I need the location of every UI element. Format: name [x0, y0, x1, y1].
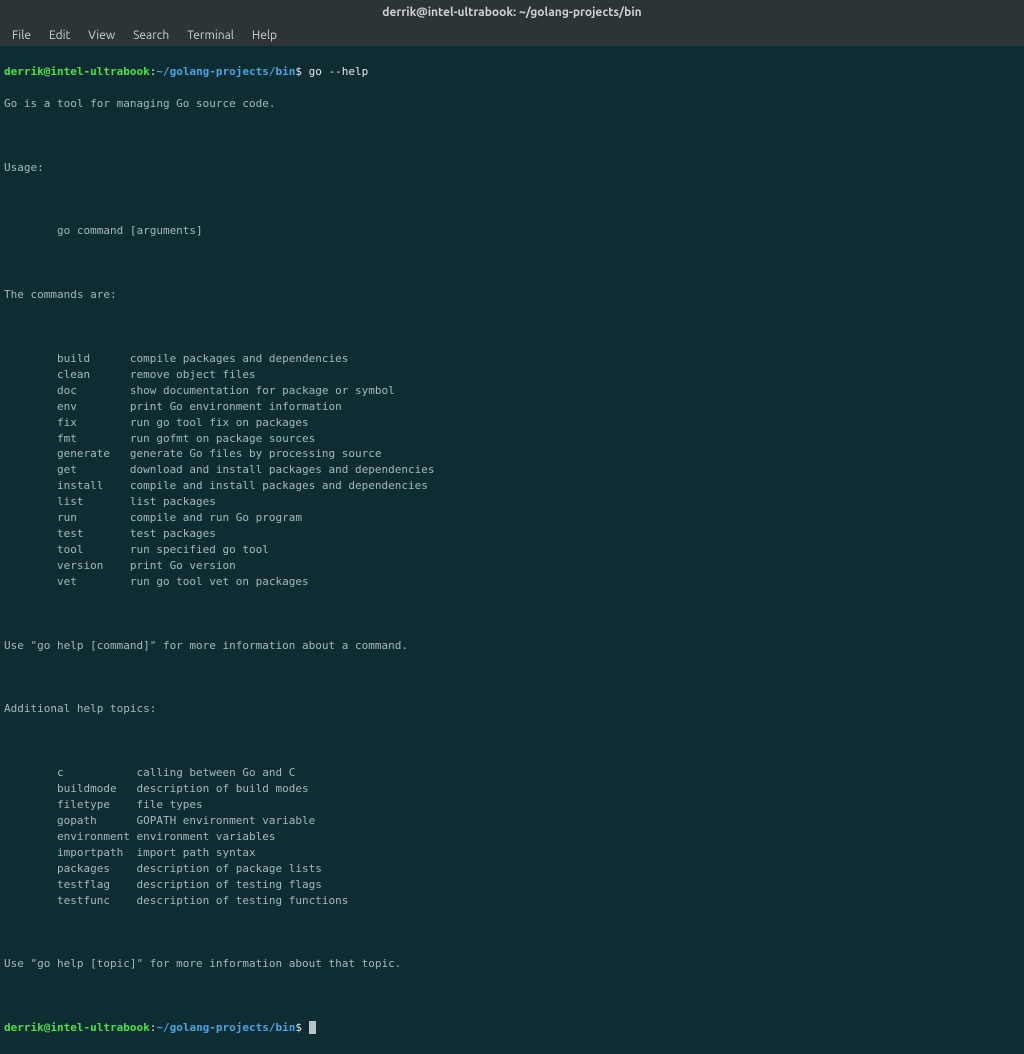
command-desc: show documentation for package or symbol: [130, 384, 395, 397]
prompt-path: ~/golang-projects/bin: [156, 65, 295, 78]
command-name: clean: [57, 367, 130, 383]
command-desc: list packages: [130, 495, 216, 508]
prompt-colon: :: [150, 1021, 157, 1034]
output-intro: Go is a tool for managing Go source code…: [4, 96, 1020, 112]
menu-search[interactable]: Search: [125, 27, 177, 44]
command-name: get: [57, 462, 130, 478]
window-titlebar: derrik@intel-ultrabook: ~/golang-project…: [0, 0, 1024, 24]
command-desc: print Go environment information: [130, 400, 342, 413]
topic-desc: environment variables: [136, 830, 275, 843]
command-desc: download and install packages and depend…: [130, 463, 435, 476]
output-topics-label: Additional help topics:: [4, 701, 1020, 717]
topic-row: testfuncdescription of testing functions: [4, 893, 1020, 909]
command-name: generate: [57, 446, 130, 462]
command-name: build: [57, 351, 130, 367]
command-row: runcompile and run Go program: [4, 510, 1020, 526]
topic-name: importpath: [57, 845, 136, 861]
output-usage-label: Usage:: [4, 160, 1020, 176]
prompt-user: derrik@intel-ultrabook: [4, 1021, 150, 1034]
command-name: doc: [57, 383, 130, 399]
command-row: getdownload and install packages and dep…: [4, 462, 1020, 478]
command-row: vetrun go tool vet on packages: [4, 574, 1020, 590]
command-row: generategenerate Go files by processing …: [4, 446, 1020, 462]
command-desc: remove object files: [130, 368, 256, 381]
command-name: env: [57, 399, 130, 415]
cursor: [309, 1021, 316, 1034]
topic-name: c: [57, 765, 136, 781]
command-desc: run go tool fix on packages: [130, 416, 309, 429]
topic-row: environmentenvironment variables: [4, 829, 1020, 845]
commands-list: buildcompile packages and dependencies c…: [4, 351, 1020, 590]
topic-name: environment: [57, 829, 136, 845]
topic-row: ccalling between Go and C: [4, 765, 1020, 781]
typed-command: go --help: [309, 65, 369, 78]
topic-desc: description of testing flags: [136, 878, 321, 891]
command-row: testtest packages: [4, 526, 1020, 542]
command-desc: compile and run Go program: [130, 511, 302, 524]
command-name: test: [57, 526, 130, 542]
menu-edit[interactable]: Edit: [41, 27, 78, 44]
topic-name: gopath: [57, 813, 136, 829]
command-row: cleanremove object files: [4, 367, 1020, 383]
topic-desc: description of build modes: [136, 782, 308, 795]
output-commands-label: The commands are:: [4, 287, 1020, 303]
topic-desc: calling between Go and C: [136, 766, 295, 779]
command-row: buildcompile packages and dependencies: [4, 351, 1020, 367]
command-desc: run gofmt on package sources: [130, 432, 315, 445]
topic-row: filetypefile types: [4, 797, 1020, 813]
command-desc: generate Go files by processing source: [130, 447, 382, 460]
command-name: tool: [57, 542, 130, 558]
output-usage-line: go command [arguments]: [4, 223, 1020, 239]
output-help-cmd: Use "go help [command]" for more informa…: [4, 638, 1020, 654]
command-name: fix: [57, 415, 130, 431]
command-desc: print Go version: [130, 559, 236, 572]
command-name: list: [57, 494, 130, 510]
menu-view[interactable]: View: [80, 27, 123, 44]
topic-desc: GOPATH environment variable: [136, 814, 315, 827]
command-name: run: [57, 510, 130, 526]
command-name: install: [57, 478, 130, 494]
topic-row: packagesdescription of package lists: [4, 861, 1020, 877]
command-row: fmtrun gofmt on package sources: [4, 431, 1020, 447]
command-desc: test packages: [130, 527, 216, 540]
topic-name: filetype: [57, 797, 136, 813]
command-row: toolrun specified go tool: [4, 542, 1020, 558]
prompt-dollar: $: [295, 1021, 302, 1034]
menu-terminal[interactable]: Terminal: [179, 27, 242, 44]
topic-row: importpathimport path syntax: [4, 845, 1020, 861]
prompt-user: derrik@intel-ultrabook: [4, 65, 150, 78]
topic-name: packages: [57, 861, 136, 877]
command-row: fixrun go tool fix on packages: [4, 415, 1020, 431]
topic-desc: file types: [136, 798, 202, 811]
command-row: listlist packages: [4, 494, 1020, 510]
command-desc: compile and install packages and depende…: [130, 479, 428, 492]
menu-help[interactable]: Help: [244, 27, 285, 44]
command-row: installcompile and install packages and …: [4, 478, 1020, 494]
topic-row: gopathGOPATH environment variable: [4, 813, 1020, 829]
command-row: versionprint Go version: [4, 558, 1020, 574]
topic-row: buildmodedescription of build modes: [4, 781, 1020, 797]
topic-row: testflagdescription of testing flags: [4, 877, 1020, 893]
command-row: envprint Go environment information: [4, 399, 1020, 415]
topic-name: buildmode: [57, 781, 136, 797]
topic-desc: description of package lists: [136, 862, 321, 875]
command-desc: compile packages and dependencies: [130, 352, 349, 365]
topics-list: ccalling between Go and C buildmodedescr…: [4, 765, 1020, 908]
topic-desc: import path syntax: [136, 846, 255, 859]
command-name: version: [57, 558, 130, 574]
command-name: vet: [57, 574, 130, 590]
menu-file[interactable]: File: [4, 27, 39, 44]
output-help-topic: Use "go help [topic]" for more informati…: [4, 956, 1020, 972]
command-row: docshow documentation for package or sym…: [4, 383, 1020, 399]
menubar: File Edit View Search Terminal Help: [0, 24, 1024, 46]
topic-name: testflag: [57, 877, 136, 893]
window-title: derrik@intel-ultrabook: ~/golang-project…: [382, 6, 641, 19]
topic-desc: description of testing functions: [136, 894, 348, 907]
prompt-path: ~/golang-projects/bin: [156, 1021, 295, 1034]
topic-name: testfunc: [57, 893, 136, 909]
terminal-output[interactable]: derrik@intel-ultrabook:~/golang-projects…: [0, 46, 1024, 1054]
command-name: fmt: [57, 431, 130, 447]
command-desc: run go tool vet on packages: [130, 575, 309, 588]
